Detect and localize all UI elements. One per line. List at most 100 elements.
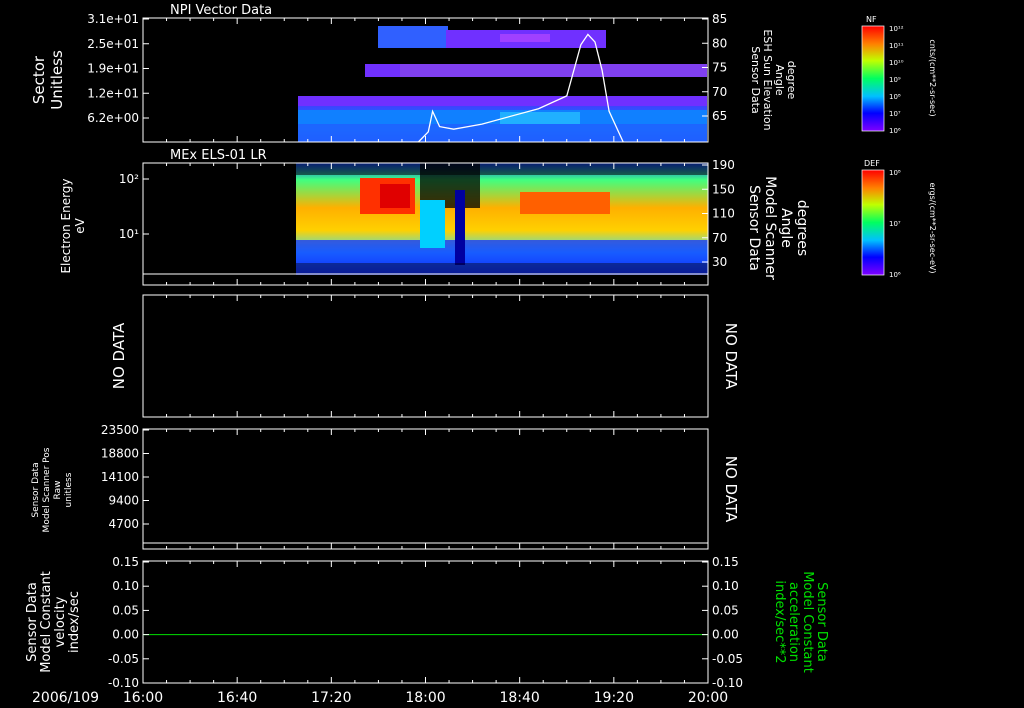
x-axis-date: 2006/109 — [32, 690, 99, 706]
x-tick-label: 17:20 — [311, 690, 351, 706]
y-tick-label: 0.15 — [712, 555, 739, 569]
npi-rlabel-4: degree — [785, 61, 798, 100]
npi-band-low-top — [298, 96, 707, 106]
panel-npi: NPI Vector Data 3.1e+01 2.5e+01 1.9e+01 1.2… — [30, 3, 798, 143]
colorbar-npi-gradient — [862, 26, 884, 131]
y-tick-label: 0.05 — [112, 603, 139, 617]
els-gap-dark — [455, 190, 465, 265]
panel-velocity: 0.15 0.10 0.05 0.00 -0.05 -0.10 0.15 0.10 0.05 0… — [25, 555, 829, 690]
colorbar-tick-label: 10⁸ — [889, 93, 901, 101]
y-tick-label: 10² — [119, 172, 139, 186]
colorbar-tick-label: 10⁶ — [889, 271, 901, 279]
figure: NPI Vector Data 3.1e+01 2.5e+01 1.9e+01 1.2… — [25, 3, 937, 706]
x-tick-label: 16:40 — [217, 690, 257, 706]
y-tick-label: 1.2e+01 — [87, 86, 139, 100]
y-tick-label: 0.05 — [712, 603, 739, 617]
y-tick-label: 10¹ — [119, 227, 139, 241]
npi-ylabel-line1: Sector — [30, 55, 48, 104]
panel-empty-no-data-left: NO DATA — [110, 322, 128, 389]
npi-band-bottom — [298, 124, 707, 142]
panel-empty: NO DATA NO DATA — [110, 294, 740, 418]
panel-scanner-frame — [142, 428, 709, 550]
els-rlabel-2: Model Scanner — [762, 176, 778, 280]
y-tick-label: 18800 — [101, 447, 139, 461]
scanner-ylabel-3: Raw — [53, 481, 63, 500]
panel-scanner-pos: 23500 18800 14100 9400 4700 Sensor Data Mode… — [31, 423, 740, 550]
x-tick-label: 16:00 — [123, 690, 163, 706]
y-tick-label: 0.10 — [712, 579, 739, 593]
colorbar-els-gradient — [862, 170, 884, 275]
y-tick-label: 6.2e+00 — [87, 111, 139, 125]
panel-npi-title: NPI Vector Data — [170, 3, 272, 18]
accel-ylabel-3: acceleration — [786, 582, 801, 662]
accel-ylabel-2: Model Constant — [800, 571, 815, 673]
colorbar-tick-label: 10¹¹ — [889, 42, 904, 50]
els-rlabel-3: Angle — [778, 208, 794, 248]
colorbar-npi-units: cnts/(cm**2-sr-sec) — [928, 39, 937, 116]
accel-ylabel-4: index/sec**2 — [772, 580, 787, 663]
y-tick-label: -0.05 — [108, 652, 139, 666]
accel-ylabel-1: Sensor Data — [814, 582, 829, 662]
y-tick-label: 9400 — [108, 494, 139, 508]
els-rlabel-1: Sensor Data — [746, 185, 762, 271]
npi-band-top-c — [500, 34, 550, 42]
y-tick-label: -0.10 — [712, 676, 743, 690]
npi-rlabel-2: ESH Sun Elevation — [761, 29, 774, 130]
y-tick-label: 0.00 — [112, 628, 139, 642]
velocity-ylabel-2: Model Constant — [39, 571, 54, 673]
y-tick-label: 80 — [712, 36, 727, 50]
y-tick-label: -0.10 — [108, 676, 139, 690]
scanner-ylabel-1: Sensor Data — [31, 462, 41, 517]
els-hot-3 — [520, 192, 610, 214]
y-tick-label: 65 — [712, 109, 727, 123]
velocity-ylabel-4: index/sec — [67, 591, 82, 653]
panel-els-title: MEx ELS-01 LR — [170, 148, 267, 163]
npi-band-75b — [400, 64, 707, 77]
els-band-top — [296, 163, 708, 175]
npi-band-top-a — [378, 26, 448, 48]
acceleration-ylabel: index/sec**2 acceleration Model Constant… — [772, 571, 829, 673]
colorbar-tick-label: 10⁹ — [889, 76, 901, 84]
els-rlabel-4: degrees — [794, 200, 810, 256]
colorbar-tick-label: 10⁷ — [889, 220, 901, 228]
velocity-ylabel-1: Sensor Data — [25, 582, 40, 662]
y-tick-label: 4700 — [108, 517, 139, 531]
x-tick-label: 20:00 — [688, 690, 728, 706]
velocity-ylabel: Sensor Data Model Constant velocity inde… — [25, 571, 82, 673]
panel-velocity-frame — [142, 560, 709, 684]
y-tick-label: 2.5e+01 — [87, 37, 139, 51]
y-tick-label: 0.10 — [112, 579, 139, 593]
els-gap-cyan — [420, 200, 445, 248]
y-tick-label: 190 — [712, 158, 735, 172]
scanner-no-data: NO DATA — [722, 456, 740, 523]
y-tick-label: 70 — [712, 85, 727, 99]
npi-rlabel-1: Sensor Data — [749, 46, 762, 113]
colorbar-tick-label: 10⁶ — [889, 127, 901, 135]
y-tick-label: 75 — [712, 61, 727, 75]
y-tick-label: 0.00 — [712, 628, 739, 642]
npi-right-ylabel: Sensor Data ESH Sun Elevation Angle degr… — [749, 29, 798, 130]
panel-empty-no-data-right: NO DATA — [722, 323, 740, 390]
colorbar-els: DEF 10⁸ 10⁷ 10⁶ ergs/(cm**2-sr-sec-eV) — [861, 159, 937, 279]
panel-empty-frame — [142, 294, 709, 418]
els-ylabel-line2: eV — [73, 217, 87, 233]
scanner-ylabel-2: Model Scanner Pos — [42, 447, 52, 532]
npi-ylabel-line2: Unitless — [48, 50, 66, 110]
y-tick-label: 3.1e+01 — [87, 12, 139, 26]
colorbar-els-label: DEF — [864, 159, 880, 168]
els-hot-2 — [380, 184, 410, 208]
els-ylabel-line1: Electron Energy — [59, 178, 73, 273]
y-tick-label: 85 — [712, 12, 727, 26]
colorbar-tick-label: 10⁸ — [889, 169, 901, 177]
colorbar-els-units: ergs/(cm**2-sr-sec-eV) — [928, 182, 937, 273]
colorbar-npi-label: NF — [866, 15, 877, 24]
y-tick-label: 23500 — [101, 423, 139, 437]
x-tick-label: 19:20 — [594, 690, 634, 706]
els-heatmap — [143, 163, 708, 285]
y-tick-label: 70 — [712, 231, 727, 245]
colorbar-tick-label: 10¹² — [889, 25, 904, 33]
npi-rlabel-3: Angle — [773, 64, 786, 96]
npi-band-low-bright — [500, 112, 580, 124]
els-right-ylabel: Sensor Data Model Scanner Angle degrees — [746, 176, 810, 280]
x-tick-label: 18:40 — [499, 690, 539, 706]
